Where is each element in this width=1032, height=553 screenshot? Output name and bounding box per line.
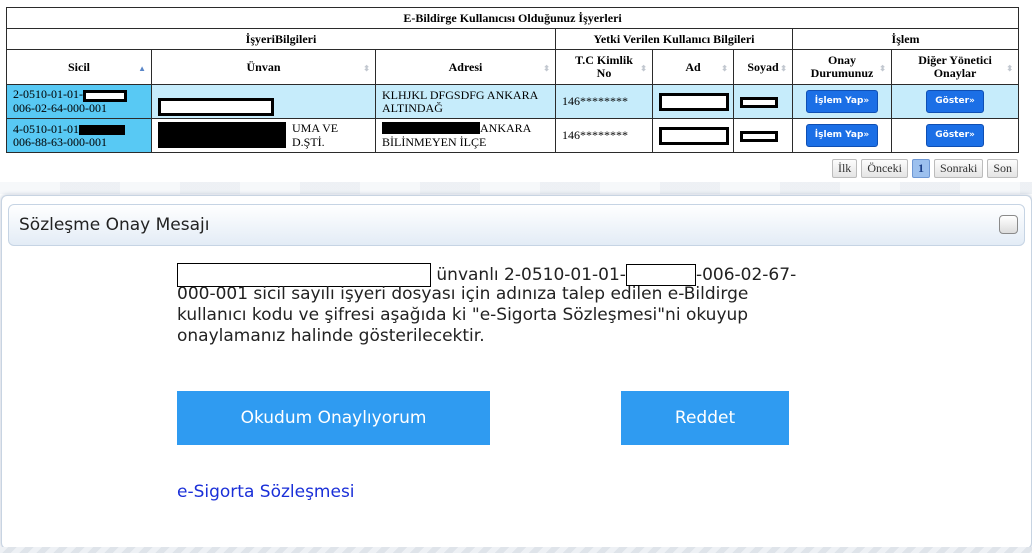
pager-current-page[interactable]: 1 (911, 159, 930, 178)
unvan-cell (151, 84, 376, 119)
sicil-text: 006-88-63-000-001 (13, 134, 107, 149)
column-header-onay[interactable]: Onay Durumunuz ⬍ (792, 49, 892, 85)
column-header-label: Soyad (747, 59, 779, 74)
table-caption: E-Bildirge Kullanıcısı Olduğunuz İşyerle… (5, 7, 1020, 29)
column-header-label: Diğer Yönetici (918, 53, 992, 67)
onay-cell: İşlem Yap» (792, 118, 892, 153)
sort-icon: ⬍ (363, 64, 370, 73)
dialog-message: ünvanlı 2-0510-01-01- -006-02-67- 000-001… (177, 263, 867, 347)
redaction-box (382, 122, 480, 134)
group-header-yetki: Yetki Verilen Kullanıcı Bilgileri (555, 28, 793, 50)
islem-yap-button[interactable]: İşlem Yap» (805, 90, 879, 113)
sort-icon: ⬍ (640, 64, 647, 73)
column-header-adresi[interactable]: Adresi ⬍ (375, 49, 556, 85)
adresi-cell: ANKARA BİLİNMEYEN İLÇE (375, 118, 556, 153)
message-text: ünvanlı 2-0510-01-01- (436, 265, 626, 285)
table-row[interactable]: 2-0510-01-01- 006-02-64-000-001 KLHJKL D… (6, 84, 1020, 119)
adresi-text: KLHJKL DFGSDFG ANKARA (382, 87, 539, 102)
pager-next-button[interactable]: Sonraki (933, 159, 984, 178)
column-header-unvan[interactable]: Ünvan ⬍ (151, 49, 376, 85)
contract-approval-dialog: Sözleşme Onay Mesajı ünvanlı 2-0510-01-0… (1, 195, 1032, 549)
soyad-cell (733, 118, 793, 153)
column-header-ad[interactable]: Ad ⬍ (652, 49, 734, 85)
workplaces-table: E-Bildirge Kullanıcısı Olduğunuz İşyerle… (5, 7, 1020, 153)
close-icon[interactable] (999, 215, 1018, 234)
column-header-label: Ünvan (246, 59, 281, 74)
column-header-label: Adresi (448, 59, 483, 74)
redaction-box (740, 96, 778, 108)
pager-prev-button[interactable]: Önceki (861, 159, 908, 178)
message-line: kullanıcı kodu ve şifresi aşağıda ki "e-… (177, 305, 749, 325)
background-strip (0, 182, 1032, 194)
message-line: 000-001 sicil sayılı işyeri dosyası için… (177, 284, 749, 304)
redaction-box (158, 97, 274, 116)
column-header-soyad[interactable]: Soyad ⬍ (733, 49, 793, 85)
accept-button[interactable]: Okudum Onaylıyorum (177, 391, 490, 445)
redaction-box (625, 264, 696, 286)
sort-icon: ⬍ (543, 64, 550, 73)
redaction-box (158, 122, 286, 148)
adresi-text: ALTINDAĞ (382, 100, 443, 115)
sort-icon: ⬍ (721, 64, 728, 73)
column-header-label: Onay (827, 53, 856, 67)
adresi-text: BİLİNMEYEN İLÇE (382, 135, 487, 149)
sort-icon: ⬍ (1006, 64, 1014, 73)
pagination: İlk Önceki 1 Sonraki Son (831, 159, 1018, 178)
group-header-islem: İşlem (791, 28, 1020, 50)
adresi-cell: KLHJKL DFGSDFG ANKARA ALTINDAĞ (375, 84, 556, 119)
pager-first-button[interactable]: İlk (831, 159, 858, 178)
column-header-label: Ad (685, 59, 701, 74)
ad-cell (652, 84, 734, 119)
goster-button[interactable]: Göster» (926, 124, 984, 147)
dialog-title: Sözleşme Onay Mesajı (19, 215, 210, 235)
diger-cell: Göster» (890, 118, 1020, 153)
sicil-cell: 4-0510-01-01 006-88-63-000-001 (6, 118, 152, 153)
unvan-text: D.ŞTİ. (292, 135, 325, 149)
table-row[interactable]: 4-0510-01-01 006-88-63-000-001 UMA VE D.… (6, 118, 1020, 153)
reject-button[interactable]: Reddet (621, 391, 789, 445)
sicil-text: 2-0510-01-01- (13, 87, 83, 102)
tc-cell: 146******** (555, 118, 653, 153)
redaction-box (79, 124, 125, 135)
soyad-cell (733, 84, 793, 119)
message-line: ünvanlı 2-0510-01-01- -006-02-67- (177, 263, 867, 287)
column-header-label: T.C Kimlik (575, 53, 633, 67)
column-header-sicil[interactable]: Sicil ▲ (6, 49, 152, 85)
background-strip (0, 547, 1032, 553)
islem-yap-button[interactable]: İşlem Yap» (805, 124, 879, 147)
pager-last-button[interactable]: Son (987, 159, 1018, 178)
goster-button[interactable]: Göster» (926, 90, 984, 113)
sort-icon: ⬍ (879, 64, 886, 73)
sort-asc-icon: ▲ (138, 64, 146, 73)
redaction-box (659, 92, 729, 111)
dialog-header: Sözleşme Onay Mesajı (8, 204, 1025, 246)
diger-cell: Göster» (890, 84, 1020, 119)
unvan-text: UMA VE (292, 121, 339, 135)
column-header-label: Onaylar (933, 66, 977, 80)
redaction-box (659, 126, 729, 145)
sicil-text: 006-02-64-000-001 (13, 100, 107, 115)
redaction-box (740, 130, 778, 142)
message-text: -006-02-67- (695, 265, 797, 285)
sicil-cell: 2-0510-01-01- 006-02-64-000-001 (6, 84, 152, 119)
onay-cell: İşlem Yap» (792, 84, 892, 119)
column-header-label: Durumunuz (810, 66, 874, 80)
tc-cell: 146******** (555, 84, 653, 119)
column-header-diger[interactable]: Diğer Yönetici Onaylar ⬍ (890, 49, 1020, 85)
workplaces-table-wrapper: E-Bildirge Kullanıcısı Olduğunuz İşyerle… (5, 7, 1020, 153)
column-header-tc[interactable]: T.C Kimlik No ⬍ (555, 49, 653, 85)
sicil-text: 4-0510-01-01 (13, 121, 79, 136)
unvan-cell: UMA VE D.ŞTİ. (151, 118, 376, 153)
adresi-text: ANKARA (480, 121, 532, 135)
group-header-isyeri: İşyeriBilgileri (6, 28, 556, 50)
e-sigorta-contract-link[interactable]: e-Sigorta Sözleşmesi (177, 482, 355, 502)
column-header-label: Sicil (67, 59, 90, 74)
sort-icon: ⬍ (780, 64, 787, 73)
column-header-label: No (596, 66, 612, 80)
message-line: onaylamanız halinde gösterilecektir. (177, 326, 485, 346)
ad-cell (652, 118, 734, 153)
